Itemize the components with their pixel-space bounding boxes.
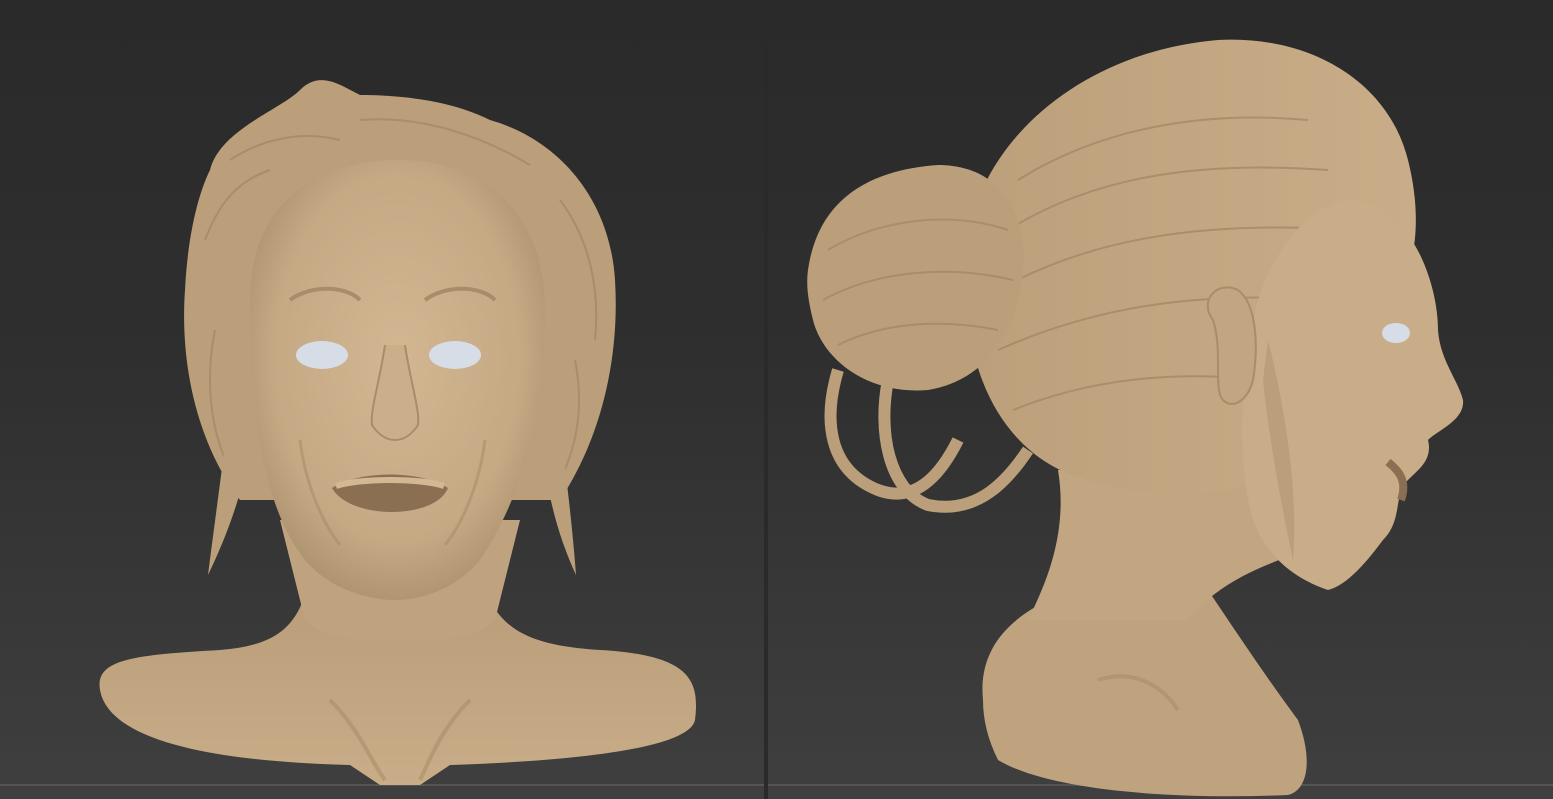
side-viewport[interactable] <box>768 0 1553 799</box>
left-eye <box>296 341 348 369</box>
front-bust-sculpt <box>99 80 697 785</box>
front-viewport[interactable] <box>0 0 764 799</box>
right-eye <box>429 341 481 369</box>
eye <box>1382 323 1410 343</box>
side-bust-sculpt <box>807 39 1464 797</box>
screenshot-canvas <box>0 0 1553 799</box>
